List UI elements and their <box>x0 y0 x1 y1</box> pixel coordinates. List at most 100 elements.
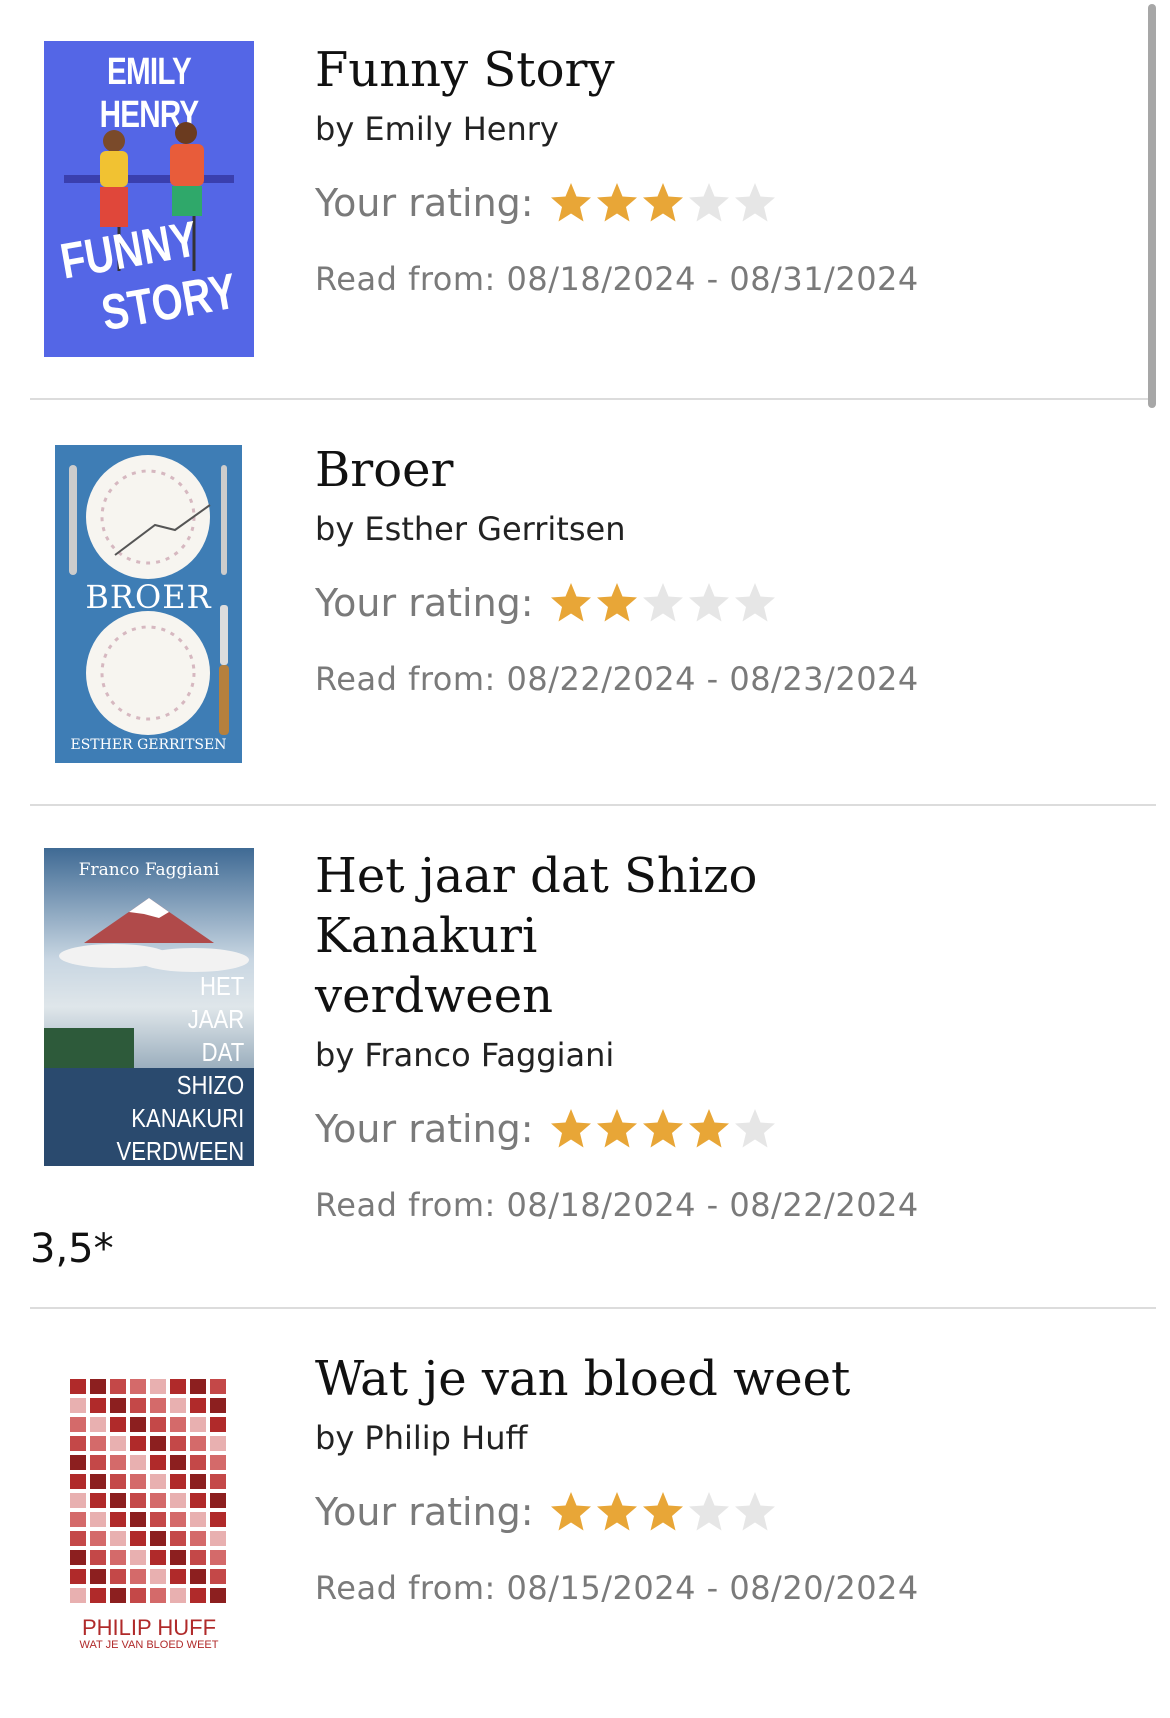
pattern-tile <box>190 1531 206 1546</box>
pattern-tile <box>70 1474 86 1489</box>
pattern-tile <box>110 1455 126 1470</box>
read-dates: Read from: 08/15/2024 - 08/20/2024 <box>315 1569 919 1607</box>
pattern-tile <box>170 1455 186 1470</box>
book-entry-broer[interactable]: BROER ESTHER GERRITSEN Broer by Esther G… <box>0 400 1170 806</box>
star-empty-icon[interactable] <box>686 1489 732 1535</box>
cover-title-lines: HET JAAR DAT SHIZO KANAKURI VERDWEEN <box>116 970 244 1166</box>
cover-title-line: JAAR <box>187 1004 244 1034</box>
star-filled-icon[interactable] <box>548 1489 594 1535</box>
pattern-tile <box>150 1493 166 1508</box>
book-author[interactable]: by Emily Henry <box>315 110 1130 148</box>
pattern-tile <box>170 1493 186 1508</box>
star-empty-icon[interactable] <box>686 180 732 226</box>
star-filled-icon[interactable] <box>594 1489 640 1535</box>
pattern-tile <box>110 1379 126 1394</box>
star-empty-icon[interactable] <box>732 180 778 226</box>
pattern-tile <box>110 1512 126 1527</box>
star-rating[interactable] <box>548 180 778 226</box>
star-filled-icon[interactable] <box>548 580 594 626</box>
book-entry-wat-je-van-bloed-weet[interactable]: PHILIP HUFF WAT JE VAN BLOED WEET Wat je… <box>0 1309 1170 1718</box>
pattern-tile <box>70 1436 86 1451</box>
pattern-tile <box>190 1474 206 1489</box>
star-filled-icon[interactable] <box>594 180 640 226</box>
pattern-tile <box>170 1588 186 1603</box>
book-author[interactable]: by Philip Huff <box>315 1419 1130 1457</box>
book-title[interactable]: Wat je van bloed weet <box>315 1349 1130 1409</box>
pattern-tile <box>130 1569 146 1584</box>
review-note: 3,5* <box>30 1226 114 1272</box>
rating-row: Your rating: <box>315 1489 1130 1535</box>
pattern-tile <box>130 1379 146 1394</box>
pattern-tile <box>130 1512 146 1527</box>
scrollbar[interactable] <box>1148 4 1156 408</box>
pattern-tile <box>70 1512 86 1527</box>
book-cover-het-jaar[interactable]: Franco Faggiani HET JAAR DAT SHIZO KANAKURI V… <box>44 848 254 1166</box>
book-title[interactable]: Funny Story <box>315 40 1130 100</box>
book-info: Wat je van bloed weet by Philip Huff You… <box>315 1349 1130 1607</box>
pattern-tile <box>210 1588 226 1603</box>
pattern-tile <box>190 1512 206 1527</box>
pattern-tile <box>170 1569 186 1584</box>
book-title[interactable]: Het jaar dat Shizo Kanakuri verdween <box>315 846 785 1026</box>
pattern-tile <box>150 1569 166 1584</box>
pattern-tile <box>110 1398 126 1413</box>
pattern-tile <box>70 1455 86 1470</box>
pattern-tile <box>110 1531 126 1546</box>
book-cover-funny-story[interactable]: EMILY HENRY FUNNY STORY <box>44 41 254 357</box>
pattern-tile <box>70 1588 86 1603</box>
pattern-tile <box>110 1474 126 1489</box>
rating-label: Your rating: <box>315 1107 534 1151</box>
star-empty-icon[interactable] <box>686 580 732 626</box>
pattern-tile <box>90 1436 106 1451</box>
star-filled-icon[interactable] <box>594 1106 640 1152</box>
pattern-tile <box>210 1512 226 1527</box>
star-filled-icon[interactable] <box>548 1106 594 1152</box>
star-empty-icon[interactable] <box>640 580 686 626</box>
read-dates: Read from: 08/22/2024 - 08/23/2024 <box>315 660 919 698</box>
pattern-tile <box>150 1531 166 1546</box>
book-cover-wat-je-van-bloed-weet[interactable]: PHILIP HUFF WAT JE VAN BLOED WEET <box>64 1371 234 1661</box>
pattern-tile <box>110 1588 126 1603</box>
pattern-tile <box>170 1512 186 1527</box>
pattern-tile <box>70 1398 86 1413</box>
book-title[interactable]: Broer <box>315 440 1130 500</box>
rating-label: Your rating: <box>315 1490 534 1534</box>
pattern-tile <box>90 1531 106 1546</box>
book-entry-funny-story[interactable]: EMILY HENRY FUNNY STORY Funny Story by E… <box>0 0 1170 400</box>
star-filled-icon[interactable] <box>686 1106 732 1152</box>
star-filled-icon[interactable] <box>640 1106 686 1152</box>
pattern-tile <box>210 1531 226 1546</box>
pattern-tile <box>150 1474 166 1489</box>
cover-title-line: HET <box>199 971 244 1001</box>
pattern-tile <box>210 1379 226 1394</box>
pattern-tile <box>70 1379 86 1394</box>
pattern-tile <box>90 1474 106 1489</box>
pattern-tile <box>170 1398 186 1413</box>
pattern-tile <box>90 1398 106 1413</box>
pattern-tile <box>190 1398 206 1413</box>
pattern-tile <box>70 1569 86 1584</box>
star-empty-icon[interactable] <box>732 1489 778 1535</box>
pattern-tile <box>190 1493 206 1508</box>
star-empty-icon[interactable] <box>732 580 778 626</box>
star-empty-icon[interactable] <box>732 1106 778 1152</box>
book-info: Broer by Esther Gerritsen Your rating: R… <box>315 440 1130 698</box>
cover-subtitle: WAT JE VAN BLOED WEET <box>79 1639 219 1651</box>
star-filled-icon[interactable] <box>640 180 686 226</box>
pattern-tile <box>190 1379 206 1394</box>
book-cover-broer[interactable]: BROER ESTHER GERRITSEN <box>55 445 242 763</box>
book-author[interactable]: by Esther Gerritsen <box>315 510 1130 548</box>
star-filled-icon[interactable] <box>640 1489 686 1535</box>
pattern-tile <box>170 1417 186 1432</box>
star-rating[interactable] <box>548 580 778 626</box>
star-filled-icon[interactable] <box>594 580 640 626</box>
book-entry-het-jaar[interactable]: Franco Faggiani HET JAAR DAT SHIZO KANAKURI V… <box>0 806 1170 1309</box>
star-filled-icon[interactable] <box>548 180 594 226</box>
pattern-tile <box>90 1417 106 1432</box>
star-rating[interactable] <box>548 1489 778 1535</box>
cover-author-text: Franco Faggiani <box>78 860 220 880</box>
pattern-tile <box>70 1493 86 1508</box>
star-rating[interactable] <box>548 1106 778 1152</box>
book-author[interactable]: by Franco Faggiani <box>315 1036 1130 1074</box>
pattern-tile <box>170 1379 186 1394</box>
